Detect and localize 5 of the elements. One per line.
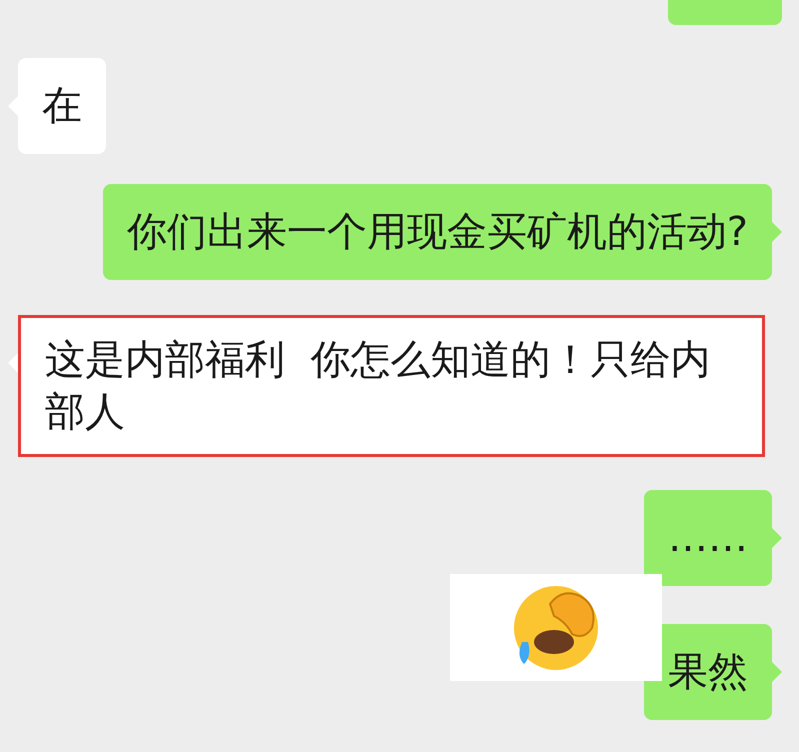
message-text: 你们出来一个用现金买矿机的活动? bbox=[126, 209, 748, 255]
message-text: 这是内部福利 你怎么知道的！只给内部人 bbox=[45, 337, 710, 435]
message-text: 在 bbox=[42, 83, 82, 129]
message-text: …… bbox=[668, 515, 748, 561]
message-text: 果然 bbox=[668, 649, 748, 695]
